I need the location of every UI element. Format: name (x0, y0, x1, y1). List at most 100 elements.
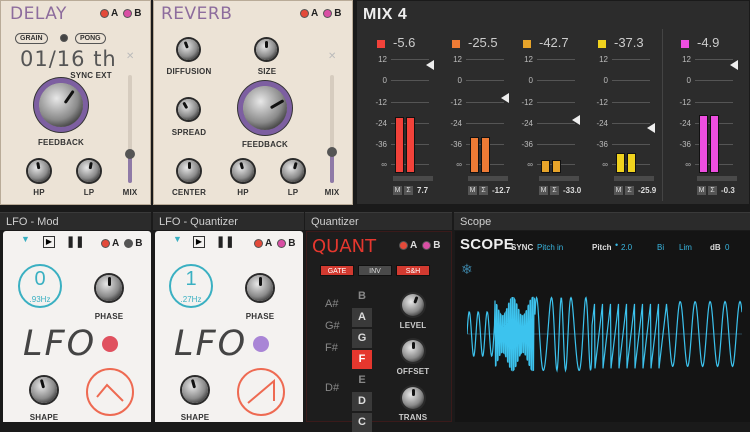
spread-knob[interactable] (178, 99, 199, 120)
reverb-title: REVERB (161, 4, 233, 24)
tab-quantizer[interactable]: Quantizer (305, 212, 452, 230)
fader-handle[interactable] (730, 60, 738, 70)
inv-button[interactable]: INV (358, 265, 392, 276)
bi-toggle[interactable]: Bi (657, 243, 664, 252)
lp-knob[interactable] (78, 160, 100, 182)
channel-color-swatch (523, 40, 531, 48)
fader-handle[interactable] (426, 60, 434, 70)
fader-handle[interactable] (647, 123, 655, 133)
diffusion-knob[interactable] (178, 39, 199, 60)
channel-value: 7.7 (417, 186, 429, 195)
center-knob[interactable] (178, 160, 200, 182)
mute-button[interactable]: M (468, 186, 477, 195)
channel-meter-left (470, 137, 479, 173)
phase-knob[interactable] (247, 275, 273, 301)
mix-slider-handle[interactable] (125, 149, 135, 159)
channel-meter-right (481, 137, 490, 173)
solo-button[interactable]: Σ (550, 186, 559, 195)
reverb-feedback-knob[interactable] (243, 86, 287, 130)
level-knob[interactable] (402, 294, 424, 316)
pause-icon[interactable]: ❚❚ (216, 235, 234, 248)
scale-label: -24 (596, 119, 608, 128)
note-key[interactable]: C (352, 413, 372, 432)
db-value[interactable]: 0 (725, 243, 729, 252)
note-key[interactable]: A (352, 308, 372, 327)
hp-knob[interactable] (28, 160, 50, 182)
scale-tick (537, 144, 575, 145)
channel-meter-right (627, 153, 636, 173)
ab-selector[interactable]: A B (101, 238, 142, 249)
solo-button[interactable]: Σ (479, 186, 488, 195)
grain-pong-toggle[interactable] (60, 34, 68, 42)
reverb-mix-slider-handle[interactable] (327, 147, 337, 157)
a-label: A (311, 8, 319, 19)
sh-button[interactable]: S&H (396, 265, 430, 276)
note-key[interactable]: E (352, 371, 372, 390)
channel-fader-bar (539, 176, 579, 181)
diffusion-label: DIFFUSION (166, 67, 212, 76)
reverb-hp-knob[interactable] (232, 160, 254, 182)
note-key[interactable]: B (352, 287, 372, 306)
reverb-lp-knob[interactable] (282, 160, 304, 182)
delay-time-display[interactable]: 01/16 th (20, 47, 117, 71)
scale-label: ∞ (527, 160, 533, 169)
tab-scope[interactable]: Scope (454, 212, 750, 230)
spread-label: SPREAD (171, 128, 207, 137)
fader-handle[interactable] (501, 93, 509, 103)
fader-handle[interactable] (572, 115, 580, 125)
retrigger-icon[interactable]: ▶ (43, 236, 55, 248)
phase-knob[interactable] (96, 275, 122, 301)
mute-button[interactable]: M (614, 186, 623, 195)
feedback-knob[interactable] (39, 83, 83, 127)
scale-label: -12 (450, 98, 462, 107)
mute-button[interactable]: M (539, 186, 548, 195)
delay-module: DELAY A B GRAIN PONG 01/16 th SYNC EXT ✕… (0, 0, 151, 205)
scale-label: -24 (679, 119, 691, 128)
size-knob[interactable] (256, 39, 277, 60)
tab-lfo-quantizer[interactable]: LFO - Quantizer (153, 212, 304, 230)
pong-button[interactable]: PONG (75, 33, 106, 44)
shape-knob[interactable] (31, 377, 57, 403)
mixer-title: MIX 4 (363, 6, 408, 23)
tab-lfo-mod[interactable]: LFO - Mod (0, 212, 151, 230)
arrow-down-icon[interactable]: ▼ (173, 234, 182, 244)
ab-selector[interactable]: A B (100, 8, 141, 19)
note-key[interactable]: F (352, 350, 372, 369)
solo-button[interactable]: Σ (404, 186, 413, 195)
waveform-shape-icon[interactable] (236, 367, 286, 417)
pause-icon[interactable]: ❚❚ (66, 235, 84, 248)
scale-tick (391, 102, 429, 103)
mute-button[interactable]: M (393, 186, 402, 195)
gate-button[interactable]: GATE (320, 265, 354, 276)
retrigger-icon[interactable]: ▶ (193, 236, 205, 248)
note-key[interactable]: D (352, 392, 372, 411)
waveform-shape-icon[interactable] (85, 367, 135, 417)
sync-source[interactable]: Pitch in (537, 243, 563, 252)
scale-tick (466, 102, 504, 103)
close-icon[interactable]: ✕ (126, 51, 134, 62)
sharp-label: G# (325, 320, 340, 332)
shape-knob[interactable] (182, 377, 208, 403)
db-label: dB (710, 243, 721, 252)
solo-button[interactable]: Σ (625, 186, 634, 195)
lfo-indicator-dot (253, 336, 269, 352)
note-key[interactable]: G (352, 329, 372, 348)
offset-knob[interactable] (402, 340, 424, 362)
close-icon[interactable]: ✕ (328, 51, 336, 62)
ab-selector[interactable]: A B (300, 8, 341, 19)
ab-selector[interactable]: A B (254, 238, 295, 249)
offset-label: OFFSET (396, 367, 430, 376)
lim-toggle[interactable]: Lim (679, 243, 692, 252)
scale-tick (466, 123, 504, 124)
scale-label: 0 (457, 76, 462, 85)
freeze-icon[interactable]: ❄ (461, 261, 473, 278)
scale-label: -12 (521, 98, 533, 107)
solo-button[interactable]: Σ (708, 186, 717, 195)
arrow-down-icon[interactable]: ▼ (21, 234, 30, 244)
channel-peak: -37.3 (614, 35, 644, 50)
trans-knob[interactable] (402, 387, 424, 409)
mute-button[interactable]: M (697, 186, 706, 195)
grain-button[interactable]: GRAIN (15, 33, 48, 44)
ab-selector[interactable]: A B (399, 240, 440, 251)
pitch-value[interactable]: 2.0 (621, 243, 632, 252)
